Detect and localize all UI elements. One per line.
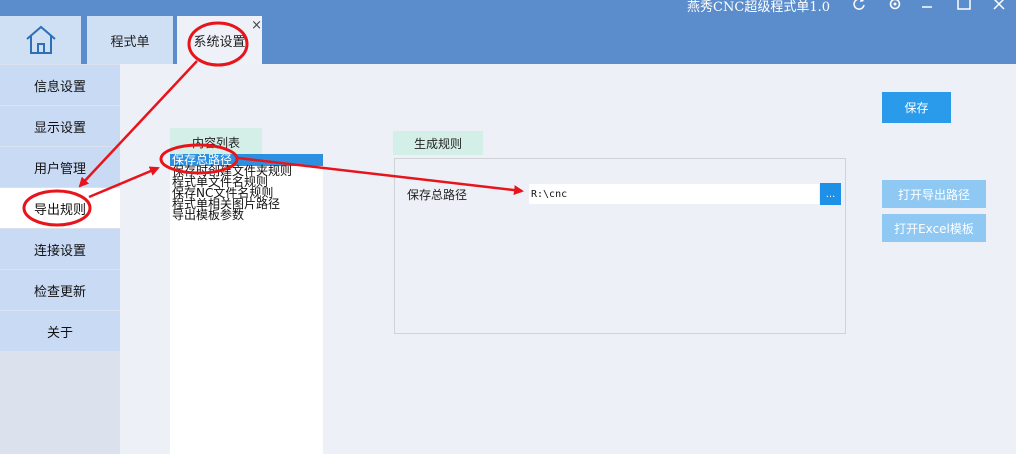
sidebar-item-label: 关于 bbox=[46, 325, 73, 341]
open-excel-template-button[interactable]: 打开Excel模板 bbox=[882, 214, 986, 242]
sidebar-item-display-settings[interactable]: 显示设置 bbox=[0, 106, 120, 146]
save-button[interactable]: 保存 bbox=[882, 92, 951, 123]
save-path-input[interactable] bbox=[529, 184, 819, 204]
content-list: 保存总路径 保存时创建文件夹规则 程式单文件名规则 保存NC文件名规则 程式单相… bbox=[170, 154, 323, 454]
browse-button[interactable]: ... bbox=[820, 183, 841, 205]
sidebar-item-label: 信息设置 bbox=[33, 79, 86, 95]
home-button[interactable] bbox=[0, 16, 81, 64]
gear-icon[interactable] bbox=[884, 0, 906, 14]
sidebar-item-label: 用户管理 bbox=[33, 161, 86, 177]
open-export-path-button[interactable]: 打开导出路径 bbox=[882, 180, 986, 208]
sidebar-item-info-settings[interactable]: 信息设置 bbox=[0, 65, 120, 105]
tab-label: 程式单 bbox=[110, 34, 150, 50]
tab-close-icon[interactable]: × bbox=[251, 19, 262, 32]
sidebar-item-user-management[interactable]: 用户管理 bbox=[0, 147, 120, 187]
sidebar-item-connection-settings[interactable]: 连接设置 bbox=[0, 229, 120, 269]
close-icon[interactable] bbox=[988, 0, 1010, 14]
list-item-template-params[interactable]: 导出模板参数 bbox=[172, 209, 244, 221]
content-list-header: 内容列表 bbox=[170, 128, 262, 156]
home-icon bbox=[25, 25, 56, 54]
tab-system-settings[interactable]: 系统设置 × bbox=[177, 16, 262, 64]
sidebar-item-check-updates[interactable]: 检查更新 bbox=[0, 270, 120, 310]
sidebar-item-label: 导出规则 bbox=[33, 202, 86, 218]
app-title: 燕秀CNC超级程式单1.0 bbox=[687, 0, 830, 15]
rule-panel-header: 生成规则 bbox=[393, 131, 483, 155]
path-label: 保存总路径 bbox=[407, 188, 468, 202]
sidebar-item-about[interactable]: 关于 bbox=[0, 311, 120, 351]
sidebar-item-export-rules[interactable]: 导出规则 bbox=[0, 188, 120, 228]
sidebar-item-label: 连接设置 bbox=[33, 243, 86, 259]
sidebar-item-label: 显示设置 bbox=[33, 120, 86, 136]
maximize-icon[interactable] bbox=[953, 0, 975, 14]
sidebar-item-label: 检查更新 bbox=[33, 284, 86, 300]
title-bar: 燕秀CNC超级程式单1.0 程式单 系统设置 × bbox=[0, 0, 1016, 64]
tab-program-sheet[interactable]: 程式单 bbox=[87, 16, 173, 64]
minimize-icon[interactable] bbox=[916, 0, 938, 14]
refresh-icon[interactable] bbox=[848, 0, 870, 14]
sidebar: 信息设置 显示设置 用户管理 导出规则 连接设置 检查更新 关于 bbox=[0, 64, 120, 454]
tab-label: 系统设置 bbox=[193, 34, 246, 50]
